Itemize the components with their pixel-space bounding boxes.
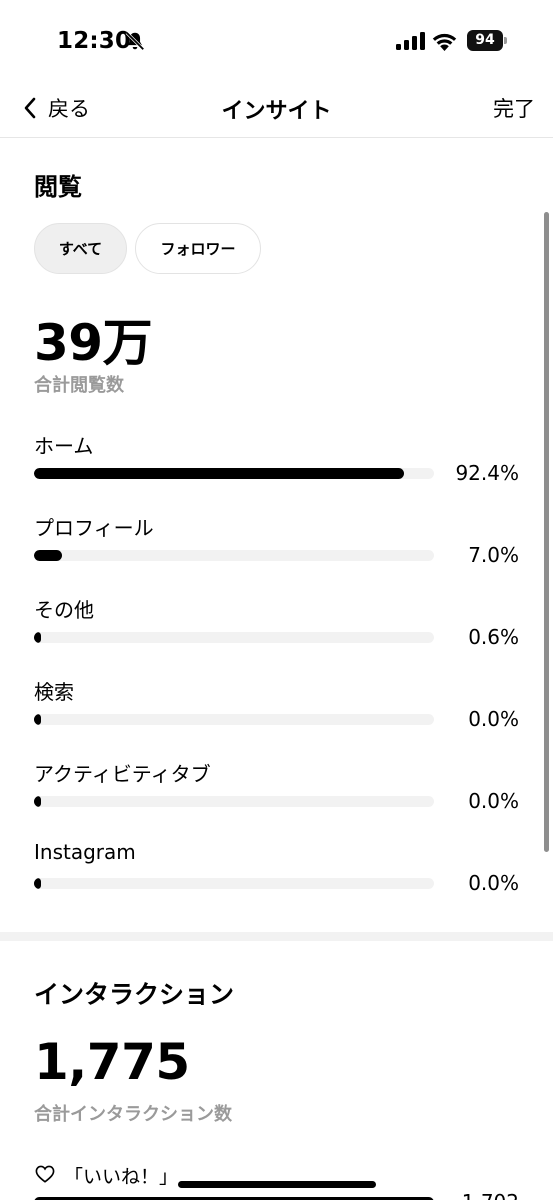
views-row-bar-track	[34, 468, 434, 479]
views-row-percent: 0.0%	[468, 789, 519, 813]
views-row-percent: 7.0%	[468, 543, 519, 567]
page-title: インサイト	[221, 99, 332, 124]
wifi-icon	[432, 33, 457, 51]
views-row-bar-fill	[34, 550, 62, 561]
signal-icon	[396, 32, 425, 50]
views-total-label: 合計閲覧数	[34, 375, 124, 396]
views-row-percent: 92.4%	[455, 461, 519, 485]
views-row-bar-fill	[34, 468, 404, 479]
views-row-bar-fill	[34, 878, 41, 889]
interactions-total-label: 合計インタラクション数	[34, 1104, 232, 1125]
views-row-bar-fill	[34, 632, 41, 643]
views-row-bar-track	[34, 632, 434, 643]
views-section-title: 閲覧	[34, 173, 82, 201]
filter-chip-followers[interactable]: フォロワー	[135, 223, 261, 274]
likes-label: 「いいね！」	[64, 1166, 179, 1188]
heart-icon	[35, 1165, 55, 1183]
likes-value: 1,702	[462, 1190, 519, 1200]
interactions-section-title: インタラクション	[34, 980, 235, 1009]
section-divider	[0, 932, 553, 941]
views-row-percent: 0.0%	[468, 871, 519, 895]
status-bar: 12:30 94	[0, 0, 553, 80]
views-row-label: 検索	[34, 680, 74, 704]
views-row-bar-track	[34, 878, 434, 889]
views-row-label: アクティビティタブ	[34, 762, 211, 786]
scrollbar[interactable]	[544, 212, 549, 852]
nav-bar: 戻る インサイト 完了	[0, 80, 553, 138]
views-row-label: Instagram	[34, 840, 136, 864]
bell-slash-icon	[125, 31, 145, 51]
views-row-percent: 0.0%	[468, 707, 519, 731]
status-time: 12:30	[57, 28, 132, 54]
views-total: 39万	[34, 314, 153, 372]
filter-chip-all[interactable]: すべて	[34, 223, 127, 274]
views-row-label: その他	[34, 598, 94, 622]
battery-cap	[504, 37, 507, 44]
done-button[interactable]: 完了	[493, 93, 535, 123]
home-indicator[interactable]	[178, 1181, 376, 1188]
views-row-bar-track	[34, 550, 434, 561]
battery-icon: 94	[467, 30, 507, 51]
interactions-total: 1,775	[34, 1033, 190, 1091]
insights-screen: 12:30 94 戻る インサイト 完了 閲覧 すべて フォロワー 39万 合計…	[0, 0, 553, 1200]
views-row-bar-fill	[34, 714, 41, 725]
views-row-bar-fill	[34, 796, 41, 807]
views-row-bar-track	[34, 796, 434, 807]
battery-level: 94	[475, 32, 495, 48]
views-row-label: ホーム	[34, 434, 94, 458]
views-row-label: プロフィール	[34, 516, 154, 540]
views-row-bar-track	[34, 714, 434, 725]
views-row-percent: 0.6%	[468, 625, 519, 649]
